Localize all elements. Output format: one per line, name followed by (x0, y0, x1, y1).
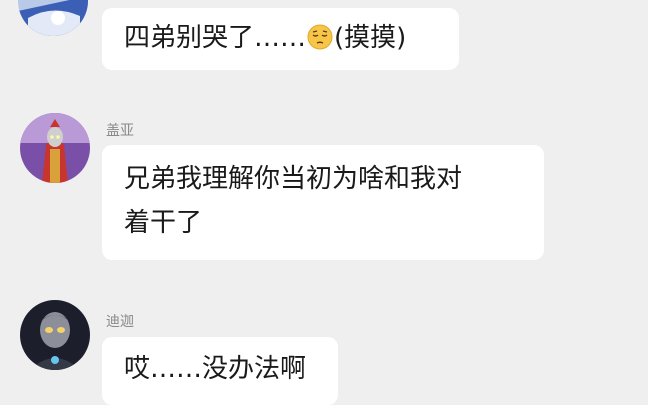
avatar[interactable] (20, 300, 90, 370)
chat-window: 四弟别哭了…… (摸摸) 盖亚 兄弟我理解你当初为啥和我对 着干了 迪迦 哎……… (0, 0, 648, 405)
message-text: 四弟别哭了…… (124, 23, 307, 53)
pensive-face-icon (307, 24, 333, 50)
blue-hero-avatar-image (18, 0, 88, 36)
avatar[interactable] (18, 0, 88, 36)
message-text-line: 兄弟我理解你当初为啥和我对 (124, 164, 463, 194)
message-bubble[interactable]: 哎……没办法啊 (102, 337, 338, 405)
message-text-suffix: (摸摸) (334, 23, 407, 53)
gaia-avatar-image (20, 113, 90, 183)
message-text-line: 着干了 (124, 208, 203, 238)
tiga-avatar-image (20, 300, 90, 370)
sender-name: 迪迦 (106, 314, 134, 330)
message-text: 哎……没办法啊 (124, 354, 307, 384)
message-bubble[interactable]: 兄弟我理解你当初为啥和我对 着干了 (102, 145, 544, 260)
sender-name: 盖亚 (106, 123, 134, 139)
message-bubble[interactable]: 四弟别哭了…… (摸摸) (102, 8, 459, 70)
avatar[interactable] (20, 113, 90, 183)
